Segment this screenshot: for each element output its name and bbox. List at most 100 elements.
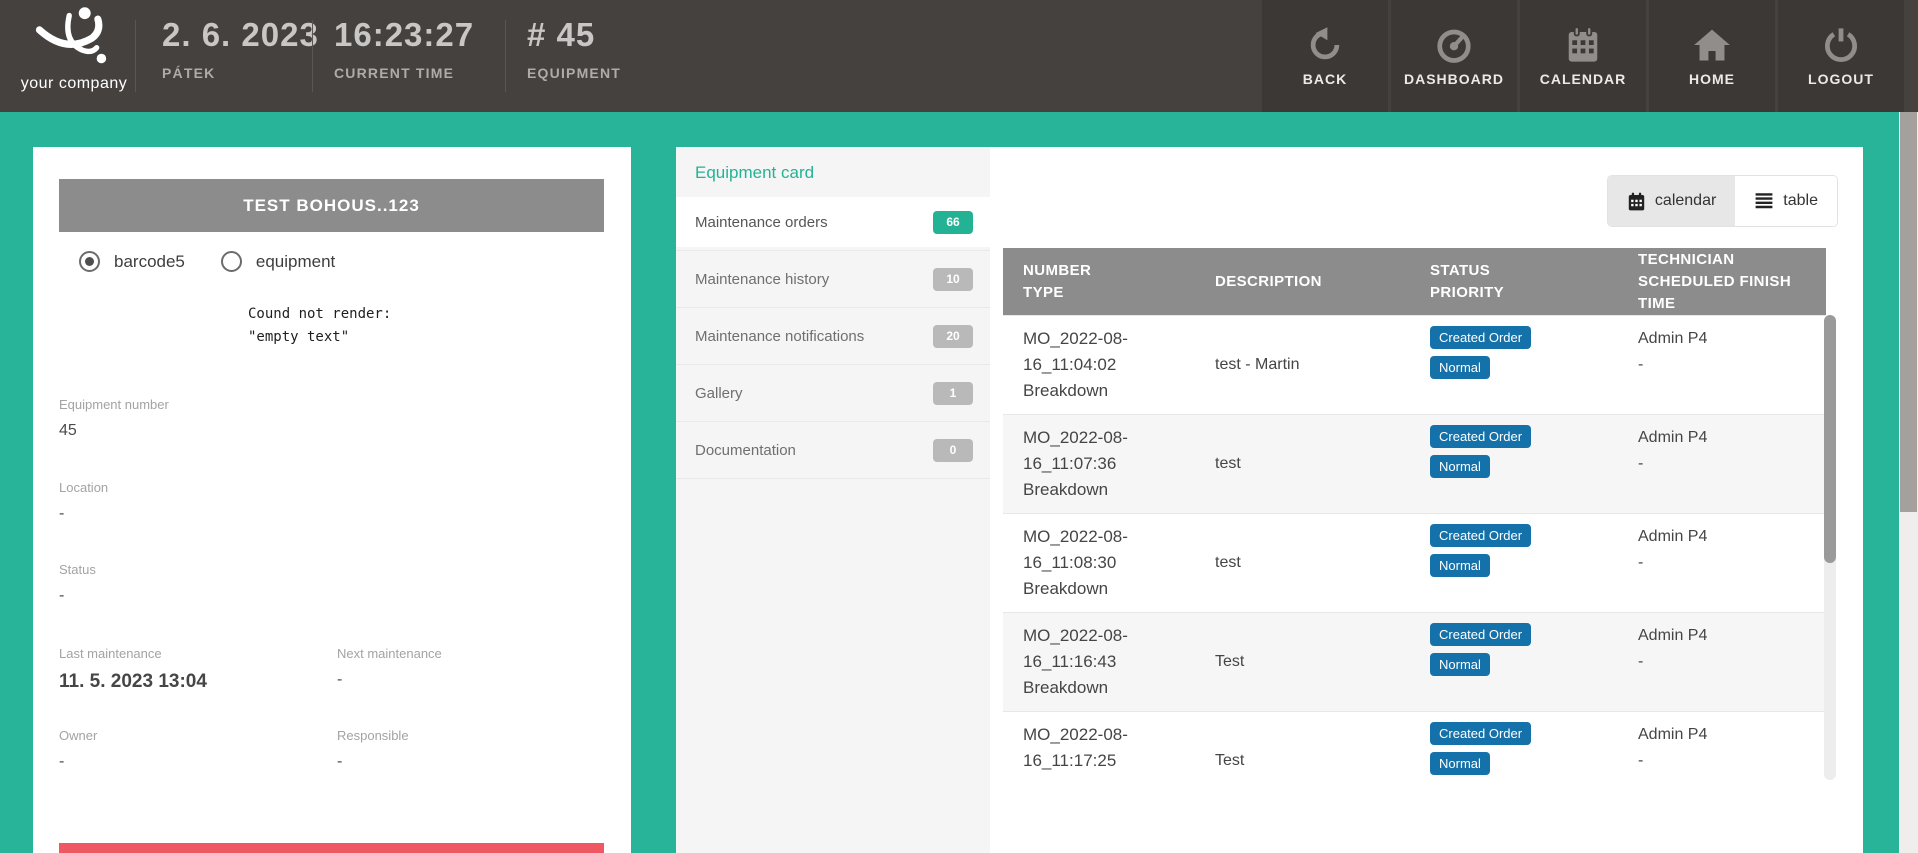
equipment-title-bar: TEST BOHOUS..123 [59, 179, 604, 232]
menu-item-label: Maintenance orders [695, 214, 828, 231]
equipment-card-menu-item[interactable]: Documentation 0 [676, 425, 990, 475]
status-badge: Created Order [1430, 326, 1531, 349]
column-header-number-type: NUMBER TYPE [1003, 248, 1195, 315]
status-badge: Created Order [1430, 623, 1531, 646]
menu-item-label: Maintenance notifications [695, 328, 864, 345]
back-button[interactable]: BACK [1262, 0, 1388, 112]
order-row[interactable]: MO_2022-08-16_11:07:36 Breakdown test Cr… [1003, 414, 1826, 513]
order-number-type-cell: MO_2022-08-16_11:17:25 Breakdown [1003, 712, 1195, 780]
identifier-radio-group: barcode5 equipment [79, 251, 335, 272]
order-technician-cell: Admin P4 - [1618, 712, 1826, 780]
orders-table-header: NUMBER TYPE DESCRIPTION STATUS PRIORITY … [1003, 248, 1826, 315]
order-row[interactable]: MO_2022-08-16_11:17:25 Breakdown Test Cr… [1003, 711, 1826, 780]
order-technician-cell: Admin P4 - [1618, 613, 1826, 711]
radio-circle-icon [221, 251, 242, 272]
equipment-number-label: EQUIPMENT [527, 65, 621, 81]
calendar-view-button[interactable]: calendar [1608, 176, 1735, 226]
order-status-priority-cell: Created Order Normal [1410, 514, 1618, 612]
equipment-card-menu-item[interactable]: Maintenance notifications 20 [676, 311, 990, 361]
equipment-card-menu-item[interactable]: Gallery 1 [676, 368, 990, 418]
table-scrollbar-thumb[interactable] [1824, 315, 1836, 563]
order-technician-cell: Admin P4 - [1618, 514, 1826, 612]
order-status-priority-cell: Created Order Normal [1410, 415, 1618, 513]
dashboard-icon [1435, 26, 1473, 64]
home-button[interactable]: HOME [1649, 0, 1775, 112]
priority-badge: Normal [1430, 455, 1490, 478]
equipment-card-menu-item[interactable]: Maintenance history 10 [676, 254, 990, 304]
equipment-card-title: Equipment card [695, 163, 814, 183]
menu-item-label: Documentation [695, 442, 796, 459]
home-icon [1693, 26, 1731, 64]
order-technician-cell: Admin P4 - [1618, 415, 1826, 513]
equipment-number-value: # 45 [527, 16, 621, 54]
company-logo-figure-icon [31, 6, 117, 68]
page-scrollbar-thumb[interactable] [1900, 112, 1917, 512]
alert-action-button[interactable] [59, 843, 604, 853]
date-block: 2. 6. 2023 PÁTEK [162, 16, 319, 81]
order-status-priority-cell: Created Order Normal [1410, 316, 1618, 414]
column-header-status-priority: STATUS PRIORITY [1410, 248, 1618, 315]
equipment-number-block: # 45 EQUIPMENT [527, 16, 621, 81]
company-logo: your company [14, 6, 134, 108]
field-owner: Owner - [59, 728, 97, 771]
header-divider [505, 20, 506, 92]
field-location: Location - [59, 480, 108, 523]
menu-item-label: Maintenance history [695, 271, 829, 288]
order-row[interactable]: MO_2022-08-16_11:08:30 Breakdown test Cr… [1003, 513, 1826, 612]
field-next-maintenance: Next maintenance - [337, 646, 442, 689]
list-icon [1754, 192, 1774, 210]
status-badge: Created Order [1430, 722, 1531, 745]
company-logo-text: your company [14, 75, 134, 93]
time-block: 16:23:27 CURRENT TIME [334, 16, 474, 81]
maintenance-orders-panel: calendar table NUMBER TYPE DESCRIPTION S… [990, 147, 1863, 853]
priority-badge: Normal [1430, 752, 1490, 775]
menu-item-count-badge: 0 [933, 439, 973, 462]
calendar-button[interactable]: CALENDAR [1520, 0, 1646, 112]
calendar-icon [1627, 192, 1646, 211]
status-badge: Created Order [1430, 524, 1531, 547]
order-number-type-cell: MO_2022-08-16_11:04:02 Breakdown [1003, 316, 1195, 414]
equipment-card-menu-item[interactable]: Maintenance orders 66 [676, 197, 990, 247]
column-header-description: DESCRIPTION [1195, 248, 1410, 315]
header-divider [312, 20, 313, 92]
order-row[interactable]: MO_2022-08-16_11:16:43 Breakdown Test Cr… [1003, 612, 1826, 711]
order-number-type-cell: MO_2022-08-16_11:08:30 Breakdown [1003, 514, 1195, 612]
order-status-priority-cell: Created Order Normal [1410, 613, 1618, 711]
logout-button[interactable]: LOGOUT [1778, 0, 1904, 112]
view-toggle: calendar table [1607, 175, 1838, 227]
dashboard-button[interactable]: DASHBOARD [1391, 0, 1517, 112]
equipment-detail-panel: TEST BOHOUS..123 barcode5 equipment Coun… [33, 147, 631, 853]
radio-barcode5[interactable]: barcode5 [79, 251, 185, 272]
field-status: Status - [59, 562, 96, 605]
order-description-cell: Test [1195, 613, 1410, 711]
order-description-cell: test [1195, 514, 1410, 612]
menu-item-count-badge: 20 [933, 325, 973, 348]
field-responsible: Responsible - [337, 728, 409, 771]
calendar-icon [1564, 26, 1602, 64]
current-date-label: PÁTEK [162, 65, 319, 81]
header-divider [135, 20, 136, 92]
order-description-cell: test - Martin [1195, 316, 1410, 414]
render-error-text: Cound not render: "empty text" [248, 303, 391, 349]
order-number-type-cell: MO_2022-08-16_11:07:36 Breakdown [1003, 415, 1195, 513]
current-date: 2. 6. 2023 [162, 16, 319, 54]
page-scrollbar-track[interactable] [1899, 112, 1918, 853]
priority-badge: Normal [1430, 653, 1490, 676]
order-status-priority-cell: Created Order Normal [1410, 712, 1618, 780]
equipment-card-panel: Equipment card Maintenance orders 66 Mai… [676, 147, 990, 853]
field-last-maintenance: Last maintenance 11. 5. 2023 13:04 [59, 646, 207, 693]
menu-item-count-badge: 66 [933, 211, 973, 234]
top-header-bar: your company 2. 6. 2023 PÁTEK 16:23:27 C… [0, 0, 1918, 112]
table-scrollbar-track[interactable] [1824, 315, 1836, 780]
order-row[interactable]: MO_2022-08-16_11:04:02 Breakdown test - … [1003, 315, 1826, 414]
column-header-technician-finish: TECHNICIAN SCHEDULED FINISH TIME [1618, 248, 1826, 315]
order-description-cell: test [1195, 415, 1410, 513]
logout-icon [1822, 26, 1860, 64]
order-technician-cell: Admin P4 - [1618, 316, 1826, 414]
priority-badge: Normal [1430, 554, 1490, 577]
menu-item-count-badge: 10 [933, 268, 973, 291]
order-number-type-cell: MO_2022-08-16_11:16:43 Breakdown [1003, 613, 1195, 711]
priority-badge: Normal [1430, 356, 1490, 379]
radio-equipment[interactable]: equipment [221, 251, 335, 272]
table-view-button[interactable]: table [1735, 176, 1837, 226]
